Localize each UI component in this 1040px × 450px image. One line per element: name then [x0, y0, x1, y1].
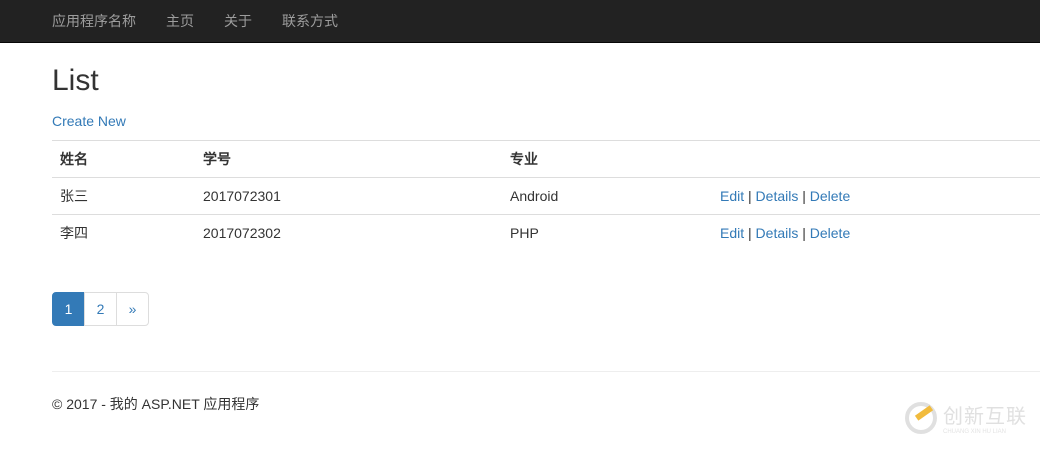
- cell-name: 李四: [52, 214, 195, 252]
- footer-text: © 2017 - 我的 ASP.NET 应用程序: [52, 395, 260, 412]
- cell-major: PHP: [502, 214, 712, 252]
- nav-link-about[interactable]: 关于: [224, 11, 252, 31]
- separator: |: [802, 188, 806, 204]
- details-link[interactable]: Details: [756, 188, 799, 204]
- separator: |: [802, 225, 806, 242]
- cell-actions: Edit | Details | Delete: [712, 177, 1040, 215]
- cell-id: 2017072301: [195, 177, 502, 215]
- cell-major: Android: [502, 177, 712, 215]
- header-id: 学号: [195, 140, 502, 178]
- create-new-link[interactable]: Create New: [52, 113, 1040, 129]
- page-button-2[interactable]: 2: [84, 291, 117, 326]
- watermark-cn: 创新互联: [943, 406, 1027, 428]
- next-page-button[interactable]: »: [116, 291, 149, 326]
- delete-link[interactable]: Delete: [810, 225, 850, 241]
- separator: |: [748, 188, 752, 204]
- edit-link[interactable]: Edit: [720, 225, 744, 241]
- header-major: 专业: [502, 140, 712, 178]
- table-row: 张三 2017072301 Android Edit | Details | D…: [52, 177, 1040, 215]
- footer-divider: [52, 370, 1040, 372]
- navbar: 应用程序名称 主页 关于 联系方式: [0, 0, 1040, 43]
- students-table: 姓名 学号 专业 张三 2017072301 Android Edit | De…: [52, 140, 1040, 252]
- table-row: 李四 2017072302 PHP Edit | Details | Delet…: [52, 214, 1040, 252]
- delete-link[interactable]: Delete: [810, 188, 850, 204]
- separator: |: [748, 225, 752, 242]
- nav-link-contact[interactable]: 联系方式: [282, 11, 338, 31]
- page-title: List: [52, 64, 99, 97]
- navbar-brand[interactable]: 应用程序名称: [52, 11, 136, 31]
- header-name: 姓名: [52, 140, 195, 178]
- pagination: 1 2 »: [52, 291, 1040, 326]
- details-link[interactable]: Details: [756, 225, 799, 241]
- cell-name: 张三: [52, 177, 195, 215]
- table-header: 姓名 学号 专业: [52, 140, 1040, 178]
- watermark-en: CHUANG XIN HU LIAN: [943, 429, 1007, 435]
- watermark-logo-icon: [905, 401, 937, 434]
- cell-id: 2017072302: [195, 214, 502, 252]
- page-button-1[interactable]: 1: [52, 291, 85, 326]
- edit-link[interactable]: Edit: [720, 188, 744, 204]
- watermark: 创新互联 CHUANG XIN HU LIAN: [905, 400, 1027, 435]
- header-actions: [712, 140, 1040, 178]
- nav-link-home[interactable]: 主页: [166, 11, 194, 31]
- cell-actions: Edit | Details | Delete: [712, 214, 1040, 252]
